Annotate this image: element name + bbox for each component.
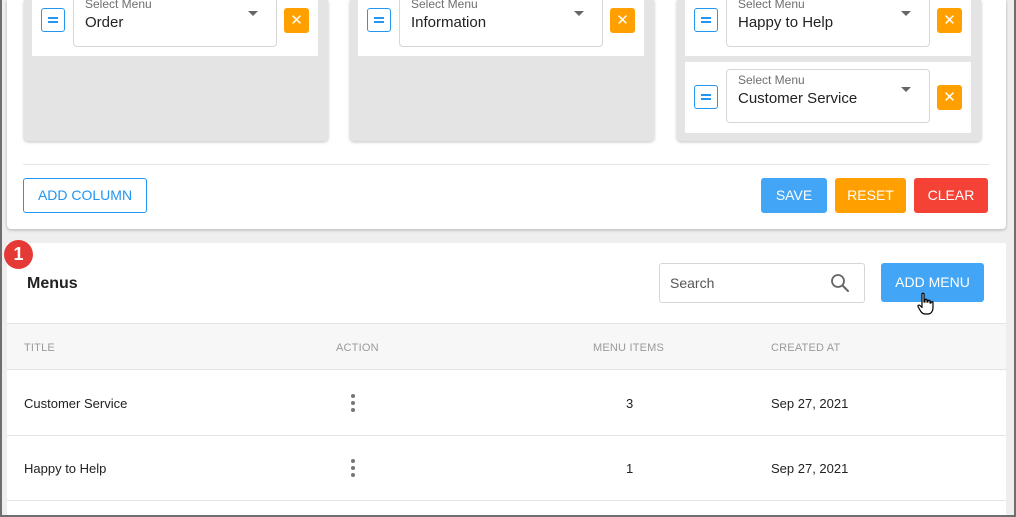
select-menu-dropdown[interactable]: Select Menu Customer Service bbox=[726, 69, 930, 123]
select-menu-value: Information bbox=[411, 14, 487, 31]
created-at-cell: Sep 27, 2021 bbox=[771, 396, 849, 411]
menus-card: 1 Menus ADD MENU TITLE ACTION MENU ITEMS… bbox=[4, 240, 1006, 515]
menu-slot: Select Menu Information ✕ bbox=[358, 0, 644, 56]
reset-button[interactable]: RESET bbox=[835, 178, 906, 213]
hand-pointer-icon bbox=[917, 292, 934, 315]
page-title: Menus bbox=[27, 275, 78, 292]
remove-menu-button[interactable]: ✕ bbox=[937, 8, 962, 33]
more-vertical-icon[interactable] bbox=[350, 458, 356, 478]
add-column-button[interactable]: ADD COLUMN bbox=[23, 178, 147, 213]
select-menu-caption: Select Menu bbox=[85, 0, 152, 11]
select-menu-value: Customer Service bbox=[738, 90, 858, 107]
select-menu-dropdown[interactable]: Select Menu Happy to Help bbox=[726, 0, 930, 47]
menu-title-cell: Customer Service bbox=[24, 396, 128, 411]
select-menu-caption: Select Menu bbox=[411, 0, 478, 11]
created-at-cell: Sep 27, 2021 bbox=[771, 461, 849, 476]
builder-column-2: Select Menu Information ✕ bbox=[350, 0, 654, 141]
select-menu-value: Order bbox=[85, 14, 124, 31]
menu-items-count-cell: 1 bbox=[626, 461, 634, 476]
menu-slot: Select Menu Customer Service ✕ bbox=[685, 62, 971, 133]
table-header: TITLE ACTION MENU ITEMS CREATED AT bbox=[7, 323, 1006, 370]
menu-slot: Select Menu Happy to Help ✕ bbox=[685, 0, 971, 56]
column-header-menu-items: MENU ITEMS bbox=[593, 342, 665, 354]
search-icon[interactable] bbox=[830, 273, 850, 293]
caret-down-icon bbox=[901, 87, 911, 92]
drag-handle-icon[interactable] bbox=[41, 8, 65, 32]
menu-title-cell: Happy to Help bbox=[24, 461, 107, 476]
remove-menu-button[interactable]: ✕ bbox=[284, 8, 309, 33]
drag-handle-icon[interactable] bbox=[694, 8, 718, 32]
column-header-title: TITLE bbox=[24, 342, 55, 354]
select-menu-caption: Select Menu bbox=[738, 73, 805, 87]
divider bbox=[23, 164, 989, 165]
caret-down-icon bbox=[901, 11, 911, 16]
menu-slot: Select Menu Order ✕ bbox=[32, 0, 318, 56]
step-badge: 1 bbox=[4, 240, 33, 269]
remove-menu-button[interactable]: ✕ bbox=[937, 85, 962, 110]
drag-handle-icon[interactable] bbox=[694, 85, 718, 109]
remove-menu-button[interactable]: ✕ bbox=[610, 8, 635, 33]
select-menu-dropdown[interactable]: Select Menu Order bbox=[73, 0, 277, 47]
menu-items-count-cell: 3 bbox=[626, 396, 634, 411]
table-row: Customer Service 3 Sep 27, 2021 bbox=[7, 371, 1006, 436]
screenshot-frame: Select Menu Order ✕ Select Menu Informat… bbox=[2, 0, 1014, 515]
table-row: Happy to Help 1 Sep 27, 2021 bbox=[7, 436, 1006, 501]
search-box bbox=[659, 263, 865, 303]
save-button[interactable]: SAVE bbox=[761, 178, 827, 213]
select-menu-value: Happy to Help bbox=[738, 14, 834, 31]
search-input[interactable] bbox=[670, 273, 820, 293]
drag-handle-icon[interactable] bbox=[367, 8, 391, 32]
menu-builder-card: Select Menu Order ✕ Select Menu Informat… bbox=[7, 0, 1006, 229]
select-menu-dropdown[interactable]: Select Menu Information bbox=[399, 0, 603, 47]
select-menu-caption: Select Menu bbox=[738, 0, 805, 11]
column-header-action: ACTION bbox=[336, 342, 379, 354]
builder-column-3: Select Menu Happy to Help ✕ Select Menu … bbox=[677, 0, 981, 141]
column-header-created-at: CREATED AT bbox=[771, 342, 841, 354]
builder-column-1: Select Menu Order ✕ bbox=[24, 0, 328, 141]
clear-button[interactable]: CLEAR bbox=[914, 178, 988, 213]
more-vertical-icon[interactable] bbox=[350, 393, 356, 413]
caret-down-icon bbox=[248, 11, 258, 16]
caret-down-icon bbox=[574, 11, 584, 16]
